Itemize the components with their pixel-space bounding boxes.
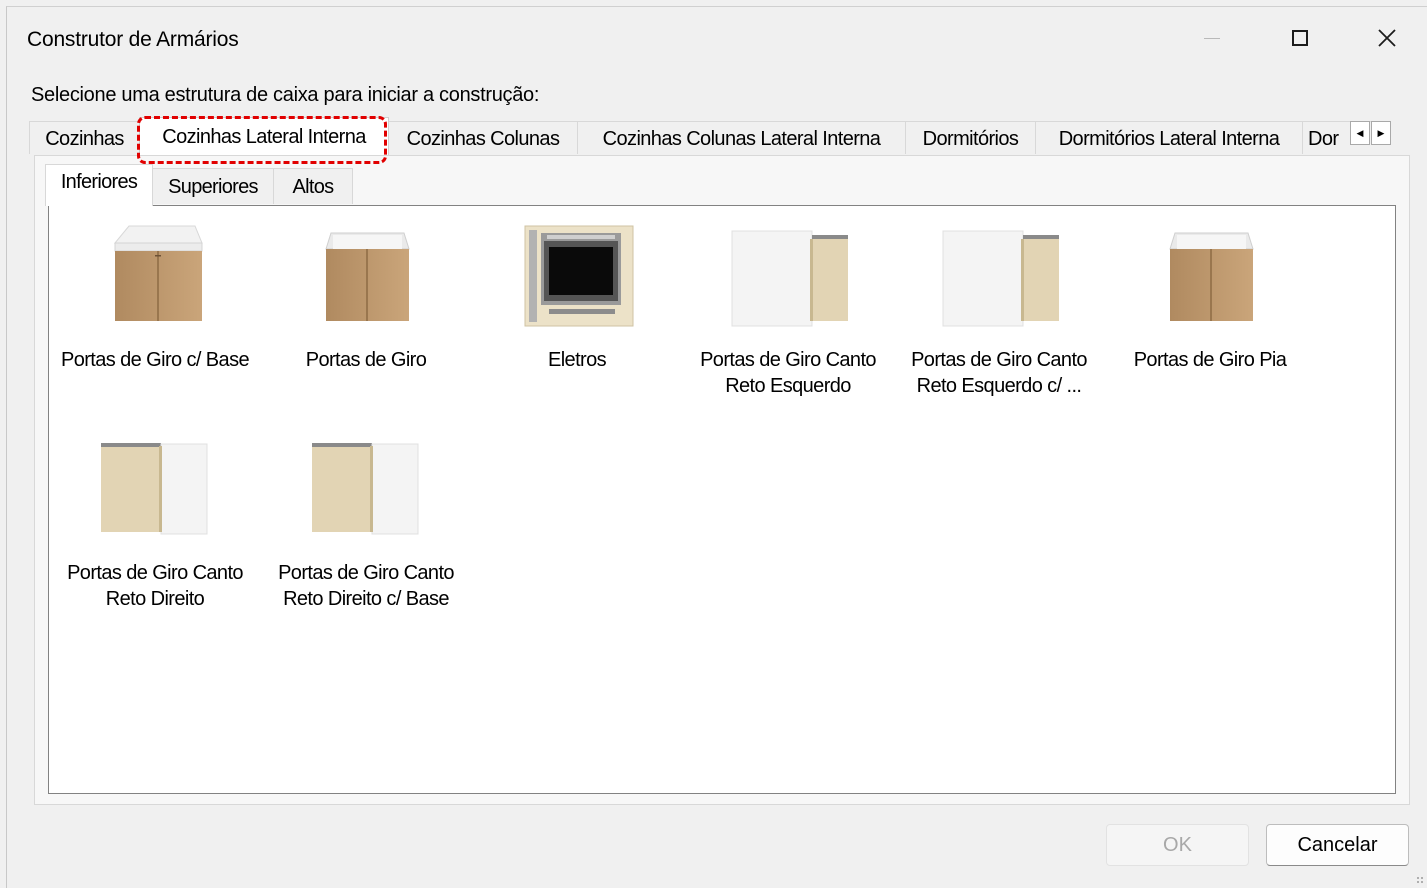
list-item-portas-de-giro-c-base[interactable]: Portas de Giro c/ Base	[55, 221, 255, 373]
item-label: Portas de Giro Canto Reto Esquerdo	[700, 349, 876, 397]
cabinet-list: Portas de Giro c/ Base Portas de Giro El…	[48, 205, 1396, 794]
triangle-left-icon: ◀	[1356, 127, 1364, 138]
item-label: Portas de Giro Pia	[1133, 349, 1287, 371]
tab-cozinhas-lateral-interna[interactable]: Cozinhas Lateral Interna	[139, 117, 389, 155]
corner-cabinet-left-icon	[688, 221, 888, 341]
item-label: Portas de Giro Canto Reto Direito	[67, 562, 243, 610]
tab-scroll-left-button[interactable]: ◀	[1350, 121, 1370, 145]
list-item-portas-de-giro-canto-reto-esquerdo[interactable]: Portas de Giro Canto Reto Esquerdo	[688, 221, 888, 399]
close-button[interactable]	[1347, 7, 1427, 69]
tab-inferiores[interactable]: Inferiores	[45, 164, 153, 206]
item-label: Portas de Giro Canto Reto Esquerdo c/ ..…	[911, 349, 1087, 397]
tab-cozinhas-colunas[interactable]: Cozinhas Colunas	[388, 121, 578, 154]
tab-scroll-arrows: ◀ ▶	[1350, 121, 1392, 145]
instruction-label: Selecione uma estrutura de caixa para in…	[31, 84, 540, 106]
maximize-button[interactable]	[1260, 7, 1340, 69]
title-bar[interactable]: Construtor de Armários	[7, 7, 1427, 69]
corner-cabinet-left-base-icon	[899, 221, 1099, 341]
minimize-icon	[1204, 37, 1220, 39]
oven-cabinet-icon	[477, 221, 677, 341]
window-title: Construtor de Armários	[27, 28, 239, 51]
list-item-portas-de-giro-canto-reto-direito-c-base[interactable]: Portas de Giro Canto Reto Direito c/ Bas…	[266, 434, 466, 612]
tab-superiores[interactable]: Superiores	[152, 168, 274, 204]
triangle-right-icon: ▶	[1377, 127, 1385, 138]
list-item-eletros[interactable]: Eletros	[477, 221, 677, 373]
tab-scroll-right-button[interactable]: ▶	[1371, 121, 1391, 145]
list-item-portas-de-giro-pia[interactable]: Portas de Giro Pia	[1110, 221, 1310, 373]
item-label: Portas de Giro c/ Base	[60, 349, 250, 371]
corner-cabinet-right-icon	[55, 434, 255, 554]
item-label: Portas de Giro	[305, 349, 427, 371]
list-item-portas-de-giro[interactable]: Portas de Giro	[266, 221, 466, 373]
list-item-portas-de-giro-canto-reto-direito[interactable]: Portas de Giro Canto Reto Direito	[55, 434, 255, 612]
item-label: Portas de Giro Canto Reto Direito c/ Bas…	[278, 562, 454, 610]
maximize-icon	[1292, 30, 1308, 46]
tab-cozinhas-colunas-lateral-interna[interactable]: Cozinhas Colunas Lateral Interna	[577, 121, 906, 154]
minimize-button	[1172, 7, 1252, 69]
base-cabinet-with-top-icon	[55, 221, 255, 341]
ok-button[interactable]: OK	[1106, 824, 1249, 866]
base-cabinet-icon	[266, 221, 466, 341]
corner-cabinet-right-base-icon	[266, 434, 466, 554]
item-label: Eletros	[547, 349, 607, 371]
tab-altos[interactable]: Altos	[273, 168, 353, 204]
tab-cozinhas[interactable]: Cozinhas	[29, 121, 140, 154]
category-tabstrip: Cozinhas Cozinhas Lateral Interna Cozinh…	[29, 117, 1371, 155]
tab-dormitorios[interactable]: Dormitórios	[905, 121, 1036, 154]
list-item-portas-de-giro-canto-reto-esquerdo-c-base[interactable]: Portas de Giro Canto Reto Esquerdo c/ ..…	[899, 221, 1099, 399]
tab-dormitorios-lateral-interna[interactable]: Dormitórios Lateral Interna	[1035, 121, 1303, 154]
resize-grip[interactable]	[1416, 876, 1424, 884]
sink-cabinet-icon	[1110, 221, 1310, 341]
close-icon	[1378, 29, 1396, 47]
cancel-button[interactable]: Cancelar	[1266, 824, 1409, 866]
